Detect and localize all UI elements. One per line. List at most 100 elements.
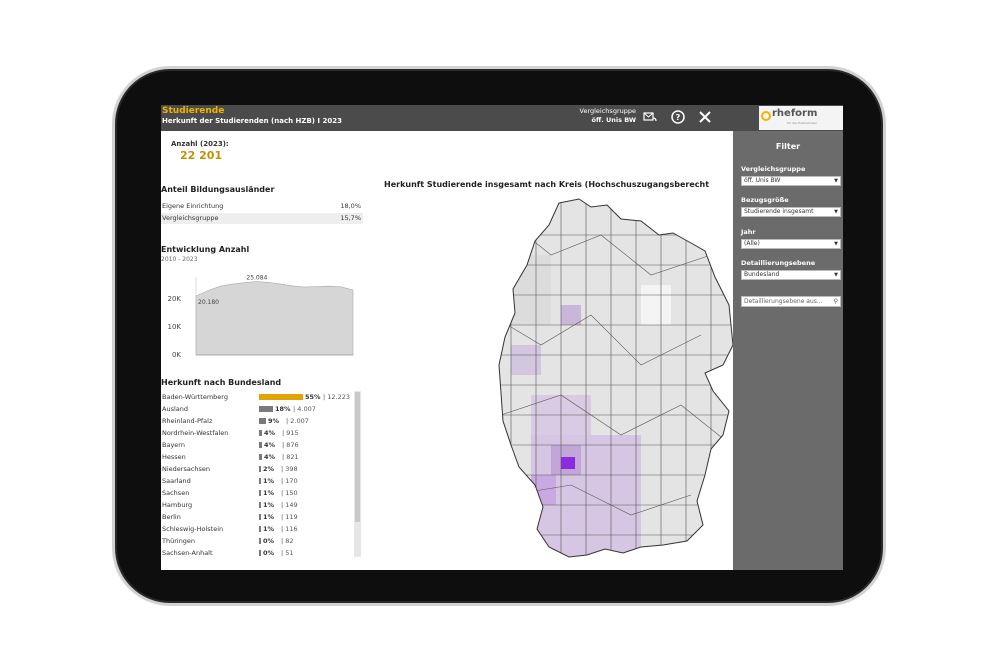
y-tick-label: 0K: [172, 351, 181, 359]
scrollbar-thumb[interactable]: [355, 392, 360, 522]
data-label-max: 25.084: [246, 275, 267, 282]
state-name: Saarland: [162, 477, 191, 485]
row-label: Eigene Einrichtung: [162, 202, 224, 210]
state-percent: 18%: [275, 405, 291, 413]
select-value: (Alle): [744, 240, 760, 247]
select-value: Studierende insgesamt: [744, 208, 814, 215]
logo-circle-icon: [761, 111, 771, 121]
state-bar: [259, 538, 261, 544]
state-count: | 149: [281, 501, 298, 509]
state-percent: 4%: [264, 429, 276, 437]
logo-tagline: für die Hochschulen: [787, 121, 817, 125]
help-icon[interactable]: ?: [671, 110, 685, 124]
state-list[interactable]: Baden-Württemberg 55% | 12.223 Ausland 18% | …: [161, 391, 361, 557]
count-value: 22 201: [180, 149, 223, 162]
state-row[interactable]: Rheinland-Pfalz 9% | 2.007: [161, 415, 353, 427]
count-text: 4.007: [297, 405, 316, 413]
state-bar: [259, 514, 261, 520]
state-count: | 12.223: [323, 393, 350, 401]
germany-district-map[interactable]: [491, 195, 741, 565]
state-name: Hessen: [162, 453, 186, 461]
map-title: Herkunft Studierende insgesamt nach Krei…: [384, 180, 710, 189]
count-text: 821: [286, 453, 299, 461]
state-count: | 51: [281, 549, 294, 557]
select-value: Bundesland: [744, 271, 780, 278]
filter-label-detail: Detaillierungsebene: [741, 259, 816, 267]
state-percent: 1%: [263, 501, 275, 509]
trend-area-chart: 0K 10K 20K 20.180 25.084: [168, 275, 354, 359]
y-tick-label: 10K: [168, 323, 182, 331]
vergleichsgruppe-select[interactable]: öff. Unis BW ▼: [741, 176, 841, 186]
state-name: Berlin: [162, 513, 181, 521]
state-row[interactable]: Sachsen 1% | 150: [161, 487, 353, 499]
jahr-select[interactable]: (Alle) ▼: [741, 239, 841, 249]
count-text: 915: [286, 429, 299, 437]
state-percent: 0%: [263, 537, 275, 545]
table-row: Eigene Einrichtung 18,0%: [161, 201, 363, 212]
left-panel: Anzahl (2023): 22 201 Anteil Bildungsaus…: [161, 131, 366, 570]
table-row: Vergleichsgruppe 15,7%: [161, 213, 363, 224]
search-placeholder: Detaillierungsebene aus...: [744, 298, 823, 305]
page-title: Studierende: [162, 106, 225, 116]
close-icon[interactable]: [698, 110, 712, 124]
row-value: 15,7%: [340, 214, 361, 222]
dashboard-screen: Studierende Herkunft der Studierenden (n…: [161, 105, 843, 570]
state-count: | 150: [281, 489, 298, 497]
state-bar: [259, 550, 261, 556]
count-text: 2.007: [290, 417, 309, 425]
state-row[interactable]: Baden-Württemberg 55% | 12.223: [161, 391, 353, 403]
state-name: Bayern: [162, 441, 185, 449]
state-bar: [259, 394, 303, 400]
state-row[interactable]: Niedersachsen 2% | 398: [161, 463, 353, 475]
state-percent: 1%: [263, 525, 275, 533]
count-text: 116: [285, 525, 298, 533]
state-count: | 2.007: [286, 417, 309, 425]
state-name: Baden-Württemberg: [162, 393, 228, 401]
state-count: | 119: [281, 513, 298, 521]
state-list-scrollbar[interactable]: [354, 391, 361, 557]
state-row[interactable]: Bayern 4% | 876: [161, 439, 353, 451]
state-row[interactable]: Sachsen-Anhalt 0% | 51: [161, 547, 353, 557]
state-bar: [259, 430, 262, 436]
state-percent: 1%: [263, 513, 275, 521]
state-count: | 170: [281, 477, 298, 485]
state-bar: [259, 454, 262, 460]
count-text: 876: [286, 441, 299, 449]
section-title-entwicklung: Entwicklung Anzahl: [161, 245, 250, 254]
state-row[interactable]: Hessen 4% | 821: [161, 451, 353, 463]
select-value: öff. Unis BW: [744, 177, 781, 184]
state-name: Sachsen-Anhalt: [162, 549, 213, 557]
header-bar: Studierende Herkunft der Studierenden (n…: [161, 105, 843, 131]
state-row[interactable]: Hamburg 1% | 149: [161, 499, 353, 511]
detail-search-input[interactable]: Detaillierungsebene aus... ⚲: [741, 296, 841, 307]
bezugsgroesse-select[interactable]: Studierende insgesamt ▼: [741, 207, 841, 217]
dropdown-arrow-icon: ▼: [834, 209, 838, 215]
state-name: Nordrhein-Westfalen: [162, 429, 229, 437]
count-text: 149: [285, 501, 298, 509]
rheform-logo: rheform für die Hochschulen: [759, 106, 843, 130]
state-bar: [259, 526, 261, 532]
logo-text: rheform: [772, 108, 818, 119]
state-row[interactable]: Nordrhein-Westfalen 4% | 915: [161, 427, 353, 439]
state-percent: 1%: [263, 489, 275, 497]
state-percent: 9%: [268, 417, 280, 425]
state-percent: 4%: [264, 453, 276, 461]
contact-icon[interactable]: [643, 110, 657, 124]
state-count: | 821: [282, 453, 299, 461]
state-name: Niedersachsen: [162, 465, 211, 473]
state-bar: [259, 406, 273, 412]
state-row[interactable]: Ausland 18% | 4.007: [161, 403, 353, 415]
state-row[interactable]: Berlin 1% | 119: [161, 511, 353, 523]
state-bar: [259, 478, 261, 484]
state-row[interactable]: Thüringen 0% | 82: [161, 535, 353, 547]
state-bar: [259, 418, 266, 424]
state-row[interactable]: Schleswig-Holstein 1% | 116: [161, 523, 353, 535]
state-row[interactable]: Saarland 1% | 170: [161, 475, 353, 487]
detail-select[interactable]: Bundesland ▼: [741, 270, 841, 280]
trend-area: [195, 281, 354, 356]
count-text: 170: [285, 477, 298, 485]
filter-label-jahr: Jahr: [741, 228, 756, 236]
count-label: Anzahl (2023):: [171, 140, 229, 148]
state-percent: 1%: [263, 477, 275, 485]
filter-label-vergleichsgruppe: Vergleichsgruppe: [741, 165, 806, 173]
